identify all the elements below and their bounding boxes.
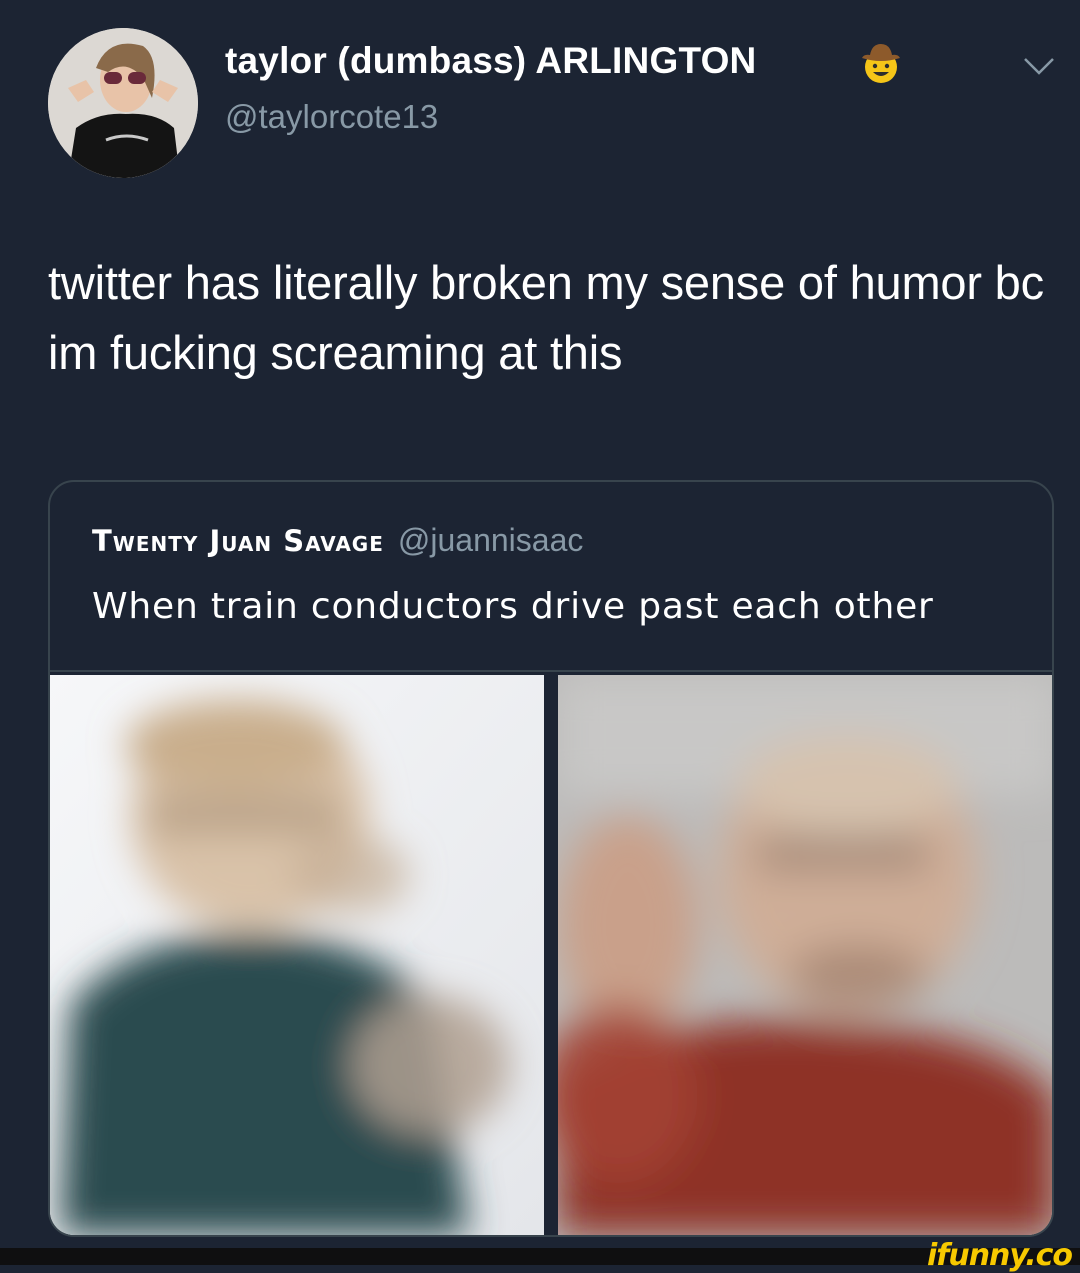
blurred-man-red-shirt-image [558,675,1052,1235]
quoted-user-handle[interactable]: @juannisaac [398,522,583,558]
quoted-tweet-divider [50,670,1052,672]
display-name[interactable]: taylor (dumbass) ARLINGTON [225,40,756,82]
watermark-bar [0,1248,1080,1265]
tweet-text: twitter has literally broken my sense of… [48,256,1044,379]
user-handle[interactable]: @taylorcote13 [225,98,438,136]
quoted-tweet-text: When train conductors drive past each ot… [92,586,934,627]
avatar[interactable] [48,28,198,178]
chevron-down-icon[interactable] [1022,55,1056,77]
quoted-display-name[interactable]: Twenty Juan Savage [92,524,384,558]
avatar-photo [48,28,198,178]
tweet-screenshot: taylor (dumbass) ARLINGTON @taylorcote13… [0,0,1080,1273]
quoted-tweet[interactable]: Twenty Juan Savage @juannisaac When train… [48,480,1054,1237]
ifunny-watermark: ifunny.co [927,1238,1073,1273]
quoted-tweet-header: Twenty Juan Savage @juannisaac [92,522,583,559]
blurred-man-teal-shirt-image [50,675,544,1235]
cowboy-hat-face-emoji [862,44,900,83]
quoted-image-right[interactable] [558,675,1052,1235]
quoted-image-left[interactable] [50,675,544,1235]
